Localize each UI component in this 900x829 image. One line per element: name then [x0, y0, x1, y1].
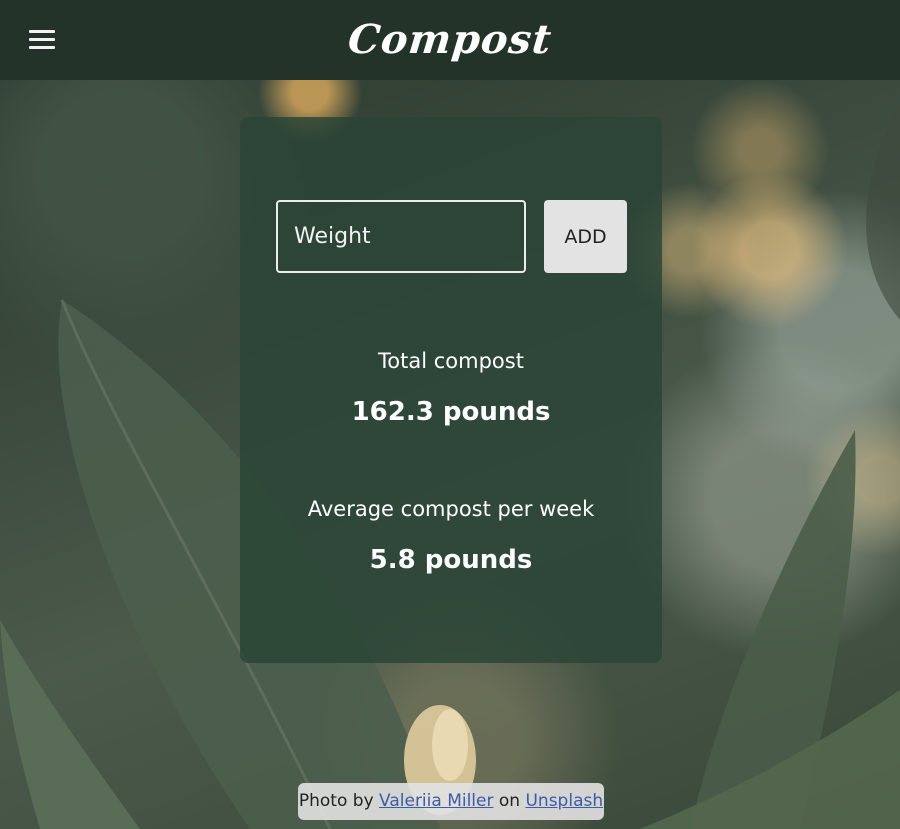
total-compost-label: Total compost: [378, 349, 524, 373]
unsplash-link[interactable]: Unsplash: [525, 791, 603, 811]
photo-credit: Photo by Valeriia Miller on Unsplash: [298, 783, 604, 820]
average-compost-value: 5.8 pounds: [369, 545, 533, 575]
add-button[interactable]: ADD: [544, 200, 627, 273]
credit-prefix: Photo by: [298, 791, 374, 811]
app-title: Compost: [345, 16, 555, 63]
weight-input[interactable]: [276, 200, 526, 273]
compost-card: ADD Total compost 162.3 pounds Average c…: [240, 117, 662, 663]
credit-connector: on: [498, 791, 521, 811]
app-header: Compost: [0, 0, 900, 80]
author-link[interactable]: Valeriia Miller: [379, 791, 493, 811]
total-compost-value: 162.3 pounds: [351, 397, 551, 427]
average-compost-label: Average compost per week: [307, 497, 595, 521]
